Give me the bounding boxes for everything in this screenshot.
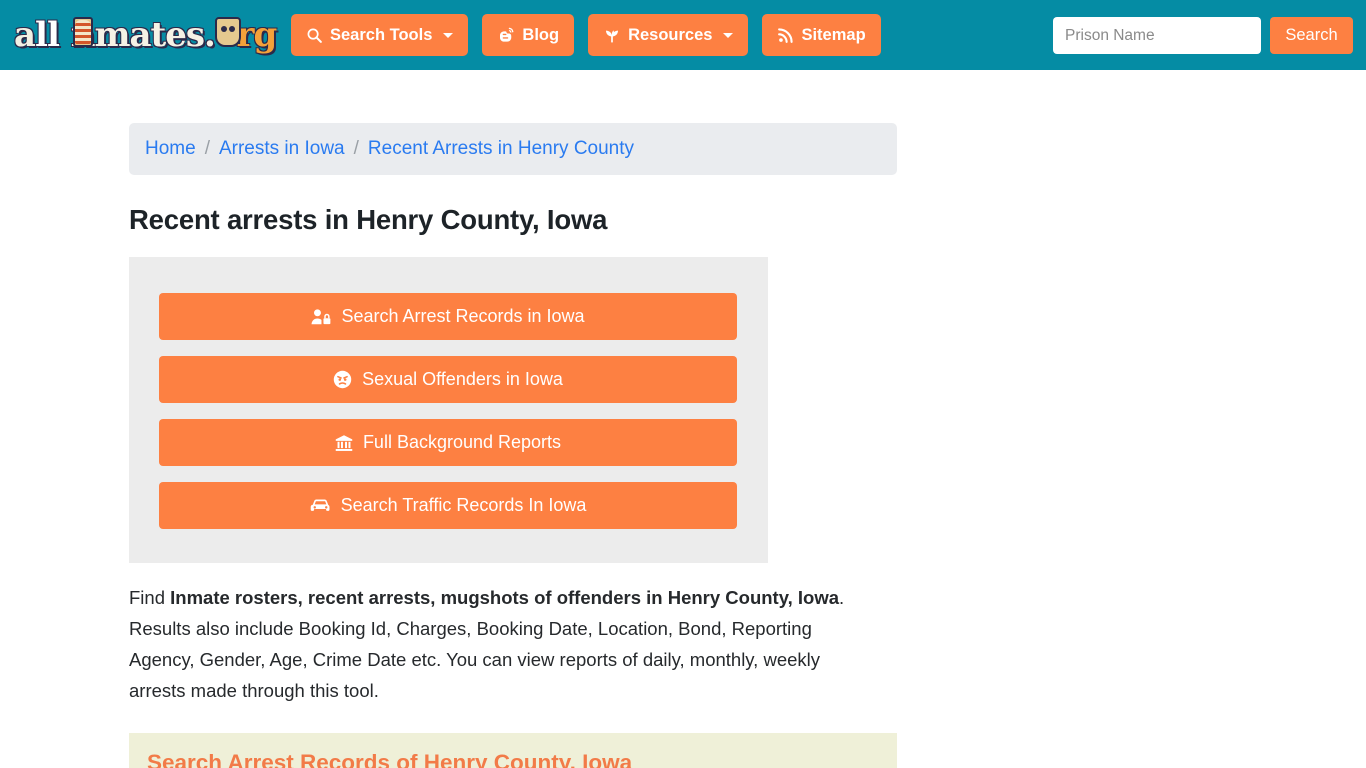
section-heading: Search Arrest Records of Henry County, I…: [147, 750, 633, 768]
logo-inmate-icon: [75, 20, 91, 44]
search-icon: [306, 27, 323, 44]
user-lock-icon: [311, 308, 331, 326]
search-arrest-records-button[interactable]: Search Arrest Records in Iowa: [159, 293, 737, 340]
breadcrumb-separator: /: [204, 138, 210, 159]
sexual-offenders-button[interactable]: Sexual Offenders in Iowa: [159, 356, 737, 403]
nav-search-tools-button[interactable]: Search Tools: [291, 14, 469, 56]
chevron-down-icon: [723, 32, 734, 38]
logo-letter-l2: l: [46, 15, 60, 55]
nav-resources-label: Resources: [628, 25, 713, 44]
rss-icon: [777, 27, 794, 44]
breadcrumb-item-current[interactable]: Recent Arrests in Henry County: [368, 138, 634, 160]
nav-sitemap-label: Sitemap: [801, 25, 866, 44]
page-title: Recent arrests in Henry County, Iowa: [129, 204, 608, 235]
logo-org-text: rg: [236, 15, 278, 55]
angry-face-icon: [333, 370, 352, 389]
car-icon: [310, 497, 331, 514]
nav-sitemap-button[interactable]: Sitemap: [762, 14, 881, 56]
breadcrumb-item-home[interactable]: Home: [145, 138, 196, 160]
courthouse-icon: [335, 434, 353, 452]
breadcrumb: Home / Arrests in Iowa / Recent Arrests …: [129, 123, 897, 175]
nav-blog-button[interactable]: Blog: [482, 14, 575, 56]
nav-blog-label: Blog: [522, 25, 560, 44]
breadcrumb-item-arrests-in-iowa[interactable]: Arrests in Iowa: [219, 138, 345, 160]
page-description: Find Inmate rosters, recent arrests, mug…: [129, 582, 874, 706]
search-input[interactable]: [1053, 17, 1261, 54]
description-bold: Inmate rosters, recent arrests, mugshots…: [170, 587, 840, 608]
search-traffic-records-button[interactable]: Search Traffic Records In Iowa: [159, 482, 737, 529]
search-arrest-records-label: Search Arrest Records in Iowa: [341, 306, 585, 326]
search-traffic-records-label: Search Traffic Records In Iowa: [340, 495, 587, 515]
search-records-section: Search Arrest Records of Henry County, I…: [129, 733, 897, 768]
full-background-reports-button[interactable]: Full Background Reports: [159, 419, 737, 466]
page-container: Home / Arrests in Iowa / Recent Arrests …: [129, 70, 897, 768]
sexual-offenders-label: Sexual Offenders in Iowa: [362, 369, 563, 389]
logo-letter-a: a: [14, 15, 36, 55]
action-panel: Search Arrest Records in Iowa Sexual Off…: [129, 257, 768, 563]
nav-resources-button[interactable]: Resources: [588, 14, 749, 56]
breadcrumb-separator: /: [353, 138, 359, 159]
site-logo[interactable]: allinmates.org: [14, 13, 277, 57]
blogger-icon: [497, 26, 515, 44]
main-navigation: Search Tools Blog Resources Sitemap: [291, 14, 881, 56]
seedling-icon: [603, 26, 621, 44]
site-header: allinmates.org Search Tools: [0, 0, 1366, 70]
header-search: Search: [1053, 17, 1353, 54]
chevron-down-icon: [443, 32, 454, 38]
logo-skull-icon: [219, 22, 237, 36]
logo-letter-l1: l: [35, 15, 48, 55]
nav-search-tools-label: Search Tools: [330, 25, 433, 44]
description-lead: Find: [129, 587, 171, 608]
full-background-reports-label: Full Background Reports: [362, 432, 562, 452]
search-submit-button[interactable]: Search: [1270, 17, 1353, 54]
